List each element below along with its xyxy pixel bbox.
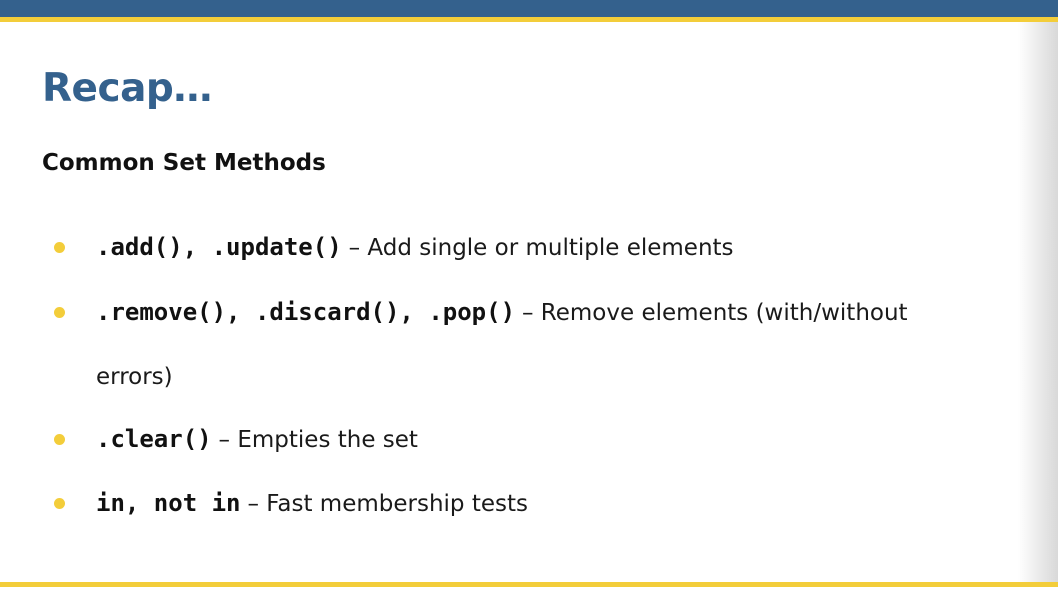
bullet-dot-icon [54,242,65,253]
slide-subtitle: Common Set Methods [42,150,326,176]
bullet-line: .add(), .update() – Add single or multip… [96,232,734,263]
bullet-line: .clear() – Empties the set [96,424,418,455]
header-bar [0,0,1058,17]
bullet-line: in, not in – Fast membership tests [96,488,528,519]
method-description: – Empties the set [218,427,418,453]
footer-accent-stripe [0,582,1058,587]
method-description: – Remove elements (with/without [521,300,908,326]
method-code: .remove(), .discard(), .pop() [96,298,516,326]
header-accent-stripe [0,17,1058,22]
method-code: .clear() [96,425,212,453]
method-code: in, not in [96,489,241,517]
bullet-dot-icon [54,434,65,445]
method-description-continued: errors) [96,364,173,390]
slide-edge-shadow [1018,22,1058,582]
bullet-dot-icon [54,498,65,509]
bullet-line: .remove(), .discard(), .pop() – Remove e… [96,297,908,328]
slide-title: Recap… [42,66,212,111]
bullet-line-continuation: errors) [96,361,173,392]
method-description: – Fast membership tests [247,491,528,517]
method-code: .add(), .update() [96,233,342,261]
bullet-dot-icon [54,307,65,318]
method-description: – Add single or multiple elements [348,235,734,261]
